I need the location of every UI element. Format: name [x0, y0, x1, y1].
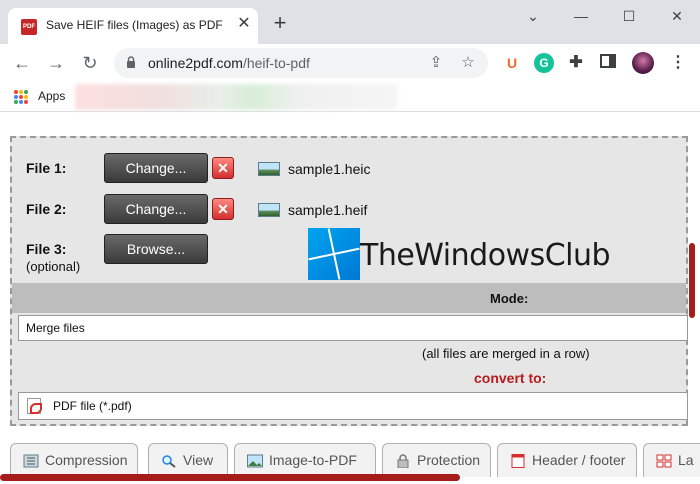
tab-image-to-pdf[interactable]: Image-to-PDF [234, 443, 376, 477]
delete-file2-icon[interactable]: ✕ [212, 198, 234, 220]
file3-label: File 3: [26, 241, 67, 257]
address-bar[interactable]: online2pdf.com/heif-to-pdf ⇪ ☆ [114, 48, 488, 78]
delete-file1-icon[interactable]: ✕ [212, 157, 234, 179]
back-arrow-icon[interactable]: ← [10, 51, 34, 75]
file3-optional-label: (optional) [26, 259, 81, 274]
browse-file3-button[interactable]: Browse... [104, 234, 208, 264]
lock-icon [127, 56, 135, 68]
windows-logo-icon [308, 228, 360, 280]
tab-label: La [678, 452, 694, 468]
tab-layout[interactable]: La [643, 443, 700, 477]
forward-arrow-icon[interactable]: → [44, 51, 68, 75]
tab-label: View [183, 452, 214, 468]
close-icon[interactable]: ✕ [234, 14, 254, 34]
blurred-bookmarks [75, 84, 398, 110]
vertical-scrollbar[interactable] [689, 243, 695, 318]
image-thumbnail-icon [258, 203, 280, 217]
layout-grid-icon [656, 454, 672, 468]
browser-tab[interactable]: PDF Save HEIF files (Images) as PDF o ✕ [8, 8, 258, 44]
file2-label: File 2: [26, 201, 67, 217]
bookmarks-bar: Apps [0, 82, 700, 112]
apps-grid-icon[interactable] [14, 90, 28, 104]
mode-band: Mode: [12, 283, 686, 313]
tab-label: Protection [417, 452, 481, 468]
file1-label: File 1: [26, 160, 67, 176]
minimize-button[interactable]: — [566, 4, 596, 28]
pdf-file-icon [27, 398, 42, 414]
pdf-favicon-icon: PDF [21, 19, 37, 35]
file2-name: sample1.heif [288, 202, 368, 218]
mode-select[interactable]: Merge files [18, 315, 688, 341]
extension-u-icon[interactable]: U [502, 53, 522, 73]
window-close-button[interactable]: ✕ [662, 4, 692, 28]
tab-protection[interactable]: Protection [382, 443, 491, 477]
convert-format-select[interactable]: PDF file (*.pdf) [18, 392, 688, 420]
menu-kebab-icon[interactable]: ⋮ [668, 53, 688, 73]
tab-compression[interactable]: Compression [10, 443, 138, 477]
page-content: File 1: Change... ✕ sample1.heic File 2:… [0, 113, 700, 484]
browser-toolbar: ← → ↻ online2pdf.com/heif-to-pdf ⇪ ☆ U G… [0, 44, 700, 82]
bookmark-star-icon[interactable]: ☆ [458, 53, 478, 73]
profile-avatar[interactable] [632, 52, 654, 74]
new-tab-button[interactable]: + [268, 12, 292, 36]
apps-bookmark-label[interactable]: Apps [38, 89, 65, 103]
tab-label: Image-to-PDF [269, 452, 357, 468]
compression-icon [23, 454, 39, 468]
convert-to-label: convert to: [474, 370, 547, 386]
horizontal-scrollbar[interactable] [0, 474, 460, 481]
page-header-icon [511, 454, 525, 468]
options-tabs: Compression View Image-to-PDF Protection… [10, 443, 700, 477]
mode-label: Mode: [490, 291, 529, 306]
share-icon[interactable]: ⇪ [426, 53, 446, 73]
upload-panel: File 1: Change... ✕ sample1.heic File 2:… [10, 136, 688, 426]
tab-strip: PDF Save HEIF files (Images) as PDF o ✕ … [0, 0, 700, 44]
tab-title: Save HEIF files (Images) as PDF o [46, 18, 226, 32]
file1-name: sample1.heic [288, 161, 371, 177]
magnifier-icon [162, 455, 176, 468]
tab-label: Header / footer [532, 452, 626, 468]
convert-format-value: PDF file (*.pdf) [53, 399, 132, 413]
side-panel-icon[interactable] [598, 53, 618, 73]
tab-label: Compression [45, 452, 128, 468]
change-file1-button[interactable]: Change... [104, 153, 208, 183]
change-file2-button[interactable]: Change... [104, 194, 208, 224]
url-text: online2pdf.com/heif-to-pdf [148, 55, 310, 71]
tab-view[interactable]: View [148, 443, 228, 477]
tab-search-chevron-icon[interactable]: ⌄ [518, 4, 548, 28]
grammarly-icon[interactable]: G [534, 53, 554, 73]
mode-note: (all files are merged in a row) [422, 346, 590, 361]
watermark-text: TheWindowsClub [360, 238, 611, 273]
extensions-puzzle-icon[interactable]: ✚ [566, 53, 586, 73]
tab-header-footer[interactable]: Header / footer [497, 443, 637, 477]
reload-icon[interactable]: ↻ [78, 51, 102, 75]
image-icon [247, 454, 263, 468]
padlock-icon [397, 454, 409, 468]
maximize-button[interactable]: ☐ [614, 4, 644, 28]
image-thumbnail-icon [258, 162, 280, 176]
